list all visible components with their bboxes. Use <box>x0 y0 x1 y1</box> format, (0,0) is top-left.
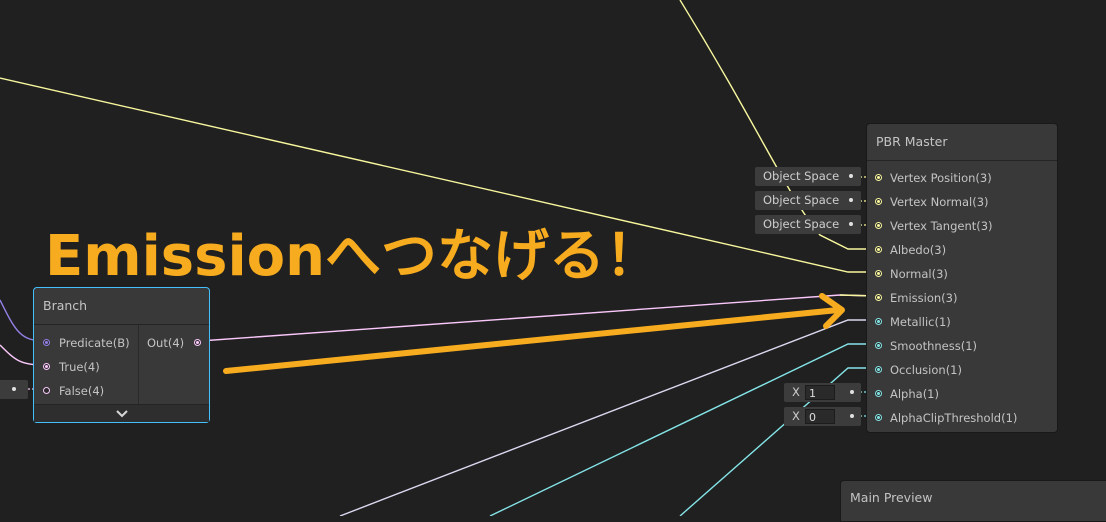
pbr-input-label: Emission(3) <box>890 291 958 305</box>
alpha-value-chip[interactable]: X 1 <box>784 383 861 402</box>
pbr-input-label: Metallic(1) <box>890 315 951 329</box>
pbr-input-label: Alpha(1) <box>890 387 939 401</box>
vertex-tangent-space-chip[interactable]: Object Space <box>755 215 861 234</box>
pbr-input-label: Vertex Normal(3) <box>890 195 989 209</box>
branch-expand-button[interactable] <box>34 404 209 422</box>
alpha-clip-value-chip[interactable]: X 0 <box>784 407 861 426</box>
wire-to-smoothness <box>489 343 876 516</box>
pbr-master-title: PBR Master <box>867 124 1057 161</box>
pbr-input-label: Normal(3) <box>890 267 948 281</box>
pbr-input-label: Vertex Position(3) <box>890 171 992 185</box>
vertex-position-space-chip[interactable]: Object Space <box>755 167 861 186</box>
alpha-value-input[interactable]: 1 <box>805 385 835 400</box>
alpha-clip-value-input[interactable]: 0 <box>805 409 835 424</box>
annotation-text: Emissionへつなげる！ <box>45 224 661 289</box>
branch-node-title: Branch <box>34 288 209 325</box>
pbr-input-label: AlphaClipThreshold(1) <box>890 411 1018 425</box>
chevron-down-icon <box>116 410 128 418</box>
pbr-master-node[interactable]: PBR Master Vertex Position(3) Vertex Norm… <box>866 123 1058 433</box>
branch-output-out[interactable]: Out(4) <box>147 331 207 355</box>
vertex-normal-space-chip[interactable]: Object Space <box>755 191 861 210</box>
annotation-arrow <box>223 307 841 374</box>
pbr-input-label: Albedo(3) <box>890 243 947 257</box>
pbr-input-label: Smoothness(1) <box>890 339 978 353</box>
wire-to-albedo <box>679 0 876 250</box>
pbr-input-label: Occlusion(1) <box>890 363 962 377</box>
branch-node[interactable]: Branch Predicate(B) True(4) False(4) Out… <box>33 287 210 423</box>
false-default-chip[interactable] <box>0 380 28 399</box>
main-preview-title: Main Preview <box>850 490 933 505</box>
pbr-input-label: Vertex Tangent(3) <box>890 219 993 233</box>
